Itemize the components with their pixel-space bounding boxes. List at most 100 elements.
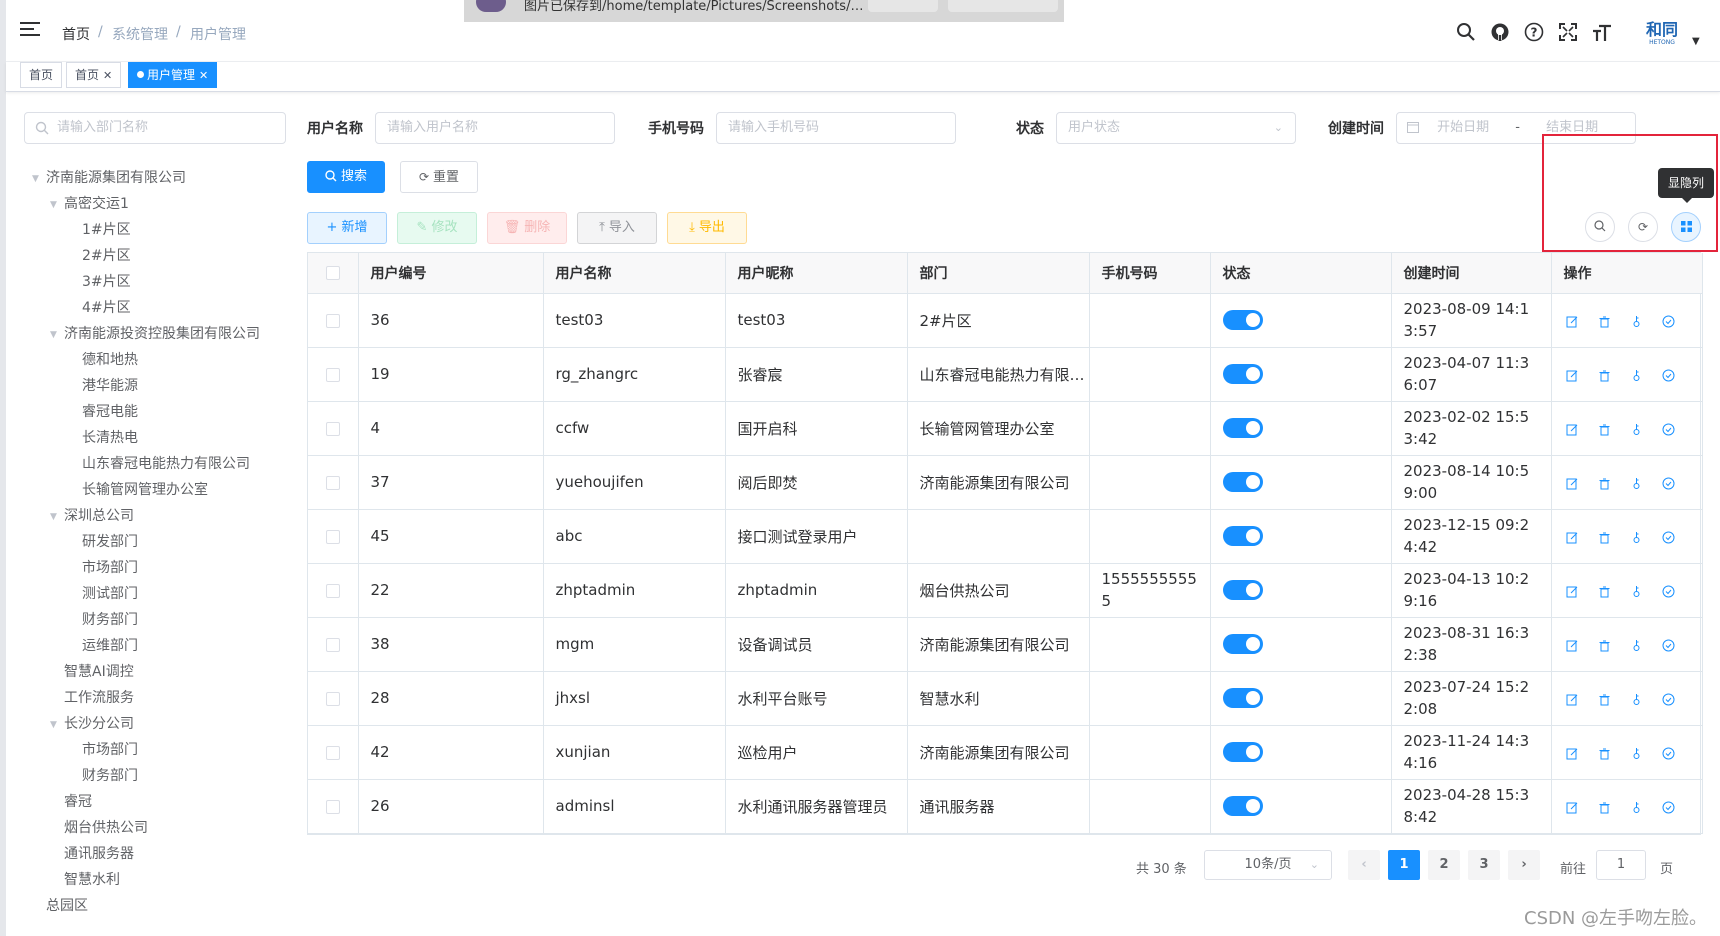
hamburger-icon[interactable] bbox=[20, 22, 40, 40]
edit-icon[interactable] bbox=[1564, 584, 1582, 598]
key-icon[interactable] bbox=[1628, 368, 1646, 382]
tree-node[interactable]: 烟台供热公司 bbox=[50, 817, 148, 839]
status-switch[interactable] bbox=[1222, 472, 1263, 492]
select-all-checkbox[interactable] bbox=[325, 265, 340, 280]
tree-node[interactable]: 4#片区 bbox=[68, 297, 131, 319]
row-checkbox[interactable] bbox=[325, 475, 340, 490]
tree-node[interactable]: 德和地热 bbox=[68, 349, 138, 371]
trash-icon[interactable] bbox=[1596, 800, 1614, 814]
trash-icon[interactable] bbox=[1596, 476, 1614, 490]
tree-node[interactable]: 财务部门 bbox=[68, 609, 138, 631]
trash-icon[interactable] bbox=[1596, 746, 1614, 760]
phone-input[interactable]: 请输入手机号码 bbox=[716, 112, 956, 144]
tree-node[interactable]: 市场部门 bbox=[68, 739, 138, 761]
tree-node[interactable]: 港华能源 bbox=[68, 375, 138, 397]
check-circle-icon[interactable] bbox=[1660, 692, 1678, 706]
page-button-3[interactable]: 3 bbox=[1468, 850, 1500, 880]
tag-home[interactable]: 首页 ✕ bbox=[66, 62, 122, 88]
tree-node[interactable]: 智慧水利 bbox=[50, 869, 120, 891]
check-circle-icon[interactable] bbox=[1660, 746, 1678, 760]
row-checkbox[interactable] bbox=[325, 799, 340, 814]
caret-down-icon[interactable]: ▼ bbox=[50, 714, 64, 736]
fullscreen-icon[interactable] bbox=[1558, 22, 1578, 42]
status-switch[interactable] bbox=[1222, 688, 1263, 708]
question-icon[interactable]: ? bbox=[1524, 22, 1544, 42]
tree-node[interactable]: 长输管网管理办公室 bbox=[68, 479, 208, 501]
key-icon[interactable] bbox=[1628, 476, 1646, 490]
tree-node[interactable]: 财务部门 bbox=[68, 765, 138, 787]
caret-down-icon[interactable]: ▼ bbox=[50, 324, 64, 346]
next-page-button[interactable]: › bbox=[1508, 850, 1540, 880]
delete-button[interactable]: 🗑 删除 bbox=[487, 212, 567, 244]
trash-icon[interactable] bbox=[1596, 692, 1614, 706]
tree-node[interactable]: 睿冠电能 bbox=[68, 401, 138, 423]
caret-down-icon[interactable]: ▼ bbox=[1692, 36, 1700, 47]
key-icon[interactable] bbox=[1628, 422, 1646, 436]
key-icon[interactable] bbox=[1628, 584, 1646, 598]
edit-icon[interactable] bbox=[1564, 746, 1582, 760]
edit-icon[interactable] bbox=[1564, 314, 1582, 328]
tree-node[interactable]: 研发部门 bbox=[68, 531, 138, 553]
key-icon[interactable] bbox=[1628, 314, 1646, 328]
tree-node[interactable]: 工作流服务 bbox=[50, 687, 134, 709]
edit-icon[interactable] bbox=[1564, 476, 1582, 490]
caret-down-icon[interactable]: ▼ bbox=[50, 194, 64, 216]
dept-search-input[interactable]: 请输入部门名称 bbox=[24, 112, 286, 144]
key-icon[interactable] bbox=[1628, 638, 1646, 652]
row-checkbox[interactable] bbox=[325, 745, 340, 760]
search-button[interactable]: 搜索 bbox=[307, 161, 385, 193]
row-checkbox[interactable] bbox=[325, 529, 340, 544]
row-checkbox[interactable] bbox=[325, 691, 340, 706]
breadcrumb-home[interactable]: 首页 bbox=[62, 24, 90, 44]
check-circle-icon[interactable] bbox=[1660, 800, 1678, 814]
tree-node[interactable]: ▼ 济南能源集团有限公司 bbox=[32, 167, 186, 189]
username-input[interactable]: 请输入用户名称 bbox=[375, 112, 615, 144]
github-icon[interactable] bbox=[1490, 22, 1510, 42]
tree-node[interactable]: 山东睿冠电能热力有限公司 bbox=[68, 453, 250, 475]
row-checkbox[interactable] bbox=[325, 313, 340, 328]
tag-home-affix[interactable]: 首页 bbox=[20, 62, 63, 88]
trash-icon[interactable] bbox=[1596, 584, 1614, 598]
trash-icon[interactable] bbox=[1596, 314, 1614, 328]
trash-icon[interactable] bbox=[1596, 368, 1614, 382]
font-size-icon[interactable] bbox=[1592, 22, 1612, 42]
key-icon[interactable] bbox=[1628, 530, 1646, 544]
row-checkbox[interactable] bbox=[325, 421, 340, 436]
check-circle-icon[interactable] bbox=[1660, 584, 1678, 598]
edit-icon[interactable] bbox=[1564, 530, 1582, 544]
notification-button[interactable] bbox=[868, 0, 938, 12]
tree-node[interactable]: 长清热电 bbox=[68, 427, 138, 449]
status-switch[interactable] bbox=[1222, 310, 1263, 330]
trash-icon[interactable] bbox=[1596, 530, 1614, 544]
edit-icon[interactable] bbox=[1564, 692, 1582, 706]
edit-icon[interactable] bbox=[1564, 368, 1582, 382]
tree-node[interactable]: 通讯服务器 bbox=[50, 843, 134, 865]
tree-node[interactable]: 运维部门 bbox=[68, 635, 138, 657]
add-button[interactable]: + 新增 bbox=[307, 212, 387, 244]
tree-node[interactable]: 市场部门 bbox=[68, 557, 138, 579]
key-icon[interactable] bbox=[1628, 746, 1646, 760]
caret-down-icon[interactable]: ▼ bbox=[50, 506, 64, 528]
status-switch[interactable] bbox=[1222, 364, 1263, 384]
tree-node[interactable]: ▼ 济南能源投资控股集团有限公司 bbox=[50, 323, 260, 345]
check-circle-icon[interactable] bbox=[1660, 422, 1678, 436]
status-switch[interactable] bbox=[1222, 742, 1263, 762]
row-checkbox[interactable] bbox=[325, 637, 340, 652]
tree-node[interactable]: 智慧AI调控 bbox=[50, 661, 134, 683]
key-icon[interactable] bbox=[1628, 800, 1646, 814]
user-avatar-logo[interactable]: 和同 HETONG bbox=[1646, 20, 1678, 48]
notification-button[interactable] bbox=[948, 0, 1058, 12]
reset-button[interactable]: ⟳ 重置 bbox=[400, 161, 478, 193]
tree-node[interactable]: ▼ 深圳总公司 bbox=[50, 505, 134, 527]
caret-down-icon[interactable]: ▼ bbox=[32, 168, 46, 190]
edit-icon[interactable] bbox=[1564, 800, 1582, 814]
edit-icon[interactable] bbox=[1564, 638, 1582, 652]
goto-page-input[interactable]: 1 bbox=[1596, 850, 1646, 880]
check-circle-icon[interactable] bbox=[1660, 476, 1678, 490]
row-checkbox[interactable] bbox=[325, 583, 340, 598]
export-button[interactable]: ⤓ 导出 bbox=[667, 212, 747, 244]
status-switch[interactable] bbox=[1222, 580, 1263, 600]
tree-node[interactable]: 总园区 bbox=[32, 895, 88, 917]
tree-node[interactable]: ▼ 长沙分公司 bbox=[50, 713, 134, 735]
trash-icon[interactable] bbox=[1596, 638, 1614, 652]
